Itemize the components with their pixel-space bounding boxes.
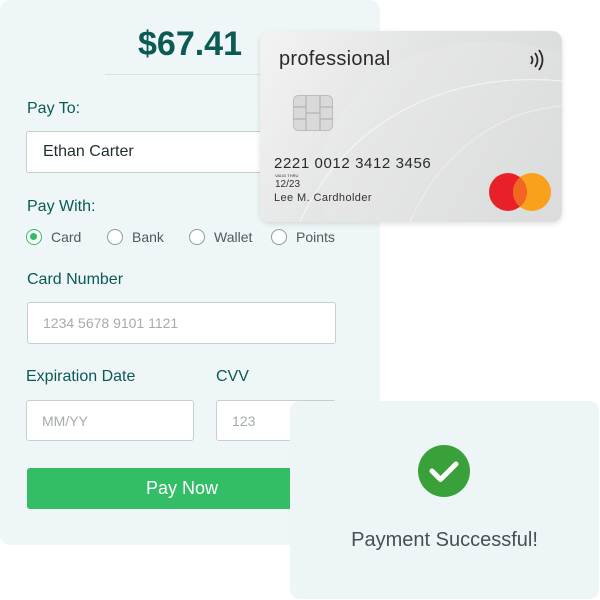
payment-success-panel: Payment Successful! [290,401,599,599]
radio-icon [107,229,123,245]
card-number-display: 2221 0012 3412 3456 [274,155,432,172]
payment-amount: $67.41 [138,25,242,63]
method-label: Card [51,229,82,245]
mastercard-logo-icon [489,173,551,211]
payment-method-group: Card Bank Wallet Points [26,229,335,245]
credit-card: professional 2221 0012 3412 3456 VALID T… [260,31,562,222]
success-message: Payment Successful! [351,529,538,551]
radio-icon [271,229,287,245]
method-radio-points[interactable]: Points [271,229,335,245]
method-label: Wallet [214,229,253,245]
method-radio-wallet[interactable]: Wallet [189,229,271,245]
expiration-date-label: Expiration Date [26,368,136,385]
amount-divider [105,74,275,75]
check-circle-icon [418,445,470,497]
contactless-icon [530,49,544,71]
card-brand-text: professional [279,48,391,70]
chip-icon [293,95,333,131]
card-expiry-display: 12/23 [275,179,301,190]
card-number-label: Card Number [27,271,124,288]
method-label: Points [296,229,335,245]
method-radio-bank[interactable]: Bank [107,229,189,245]
radio-icon [189,229,205,245]
pay-to-label: Pay To: [27,100,81,117]
pay-with-label: Pay With: [27,198,96,215]
method-label: Bank [132,229,164,245]
radio-selected-icon [26,229,42,245]
expiration-date-input[interactable]: MM/YY [26,400,194,441]
card-number-input[interactable]: 1234 5678 9101 1121 [27,302,336,344]
valid-thru-label: VALID THRU [275,173,299,178]
method-radio-card[interactable]: Card [26,229,107,245]
cardholder-name: Lee M. Cardholder [274,192,372,204]
cvv-label: CVV [216,368,249,385]
